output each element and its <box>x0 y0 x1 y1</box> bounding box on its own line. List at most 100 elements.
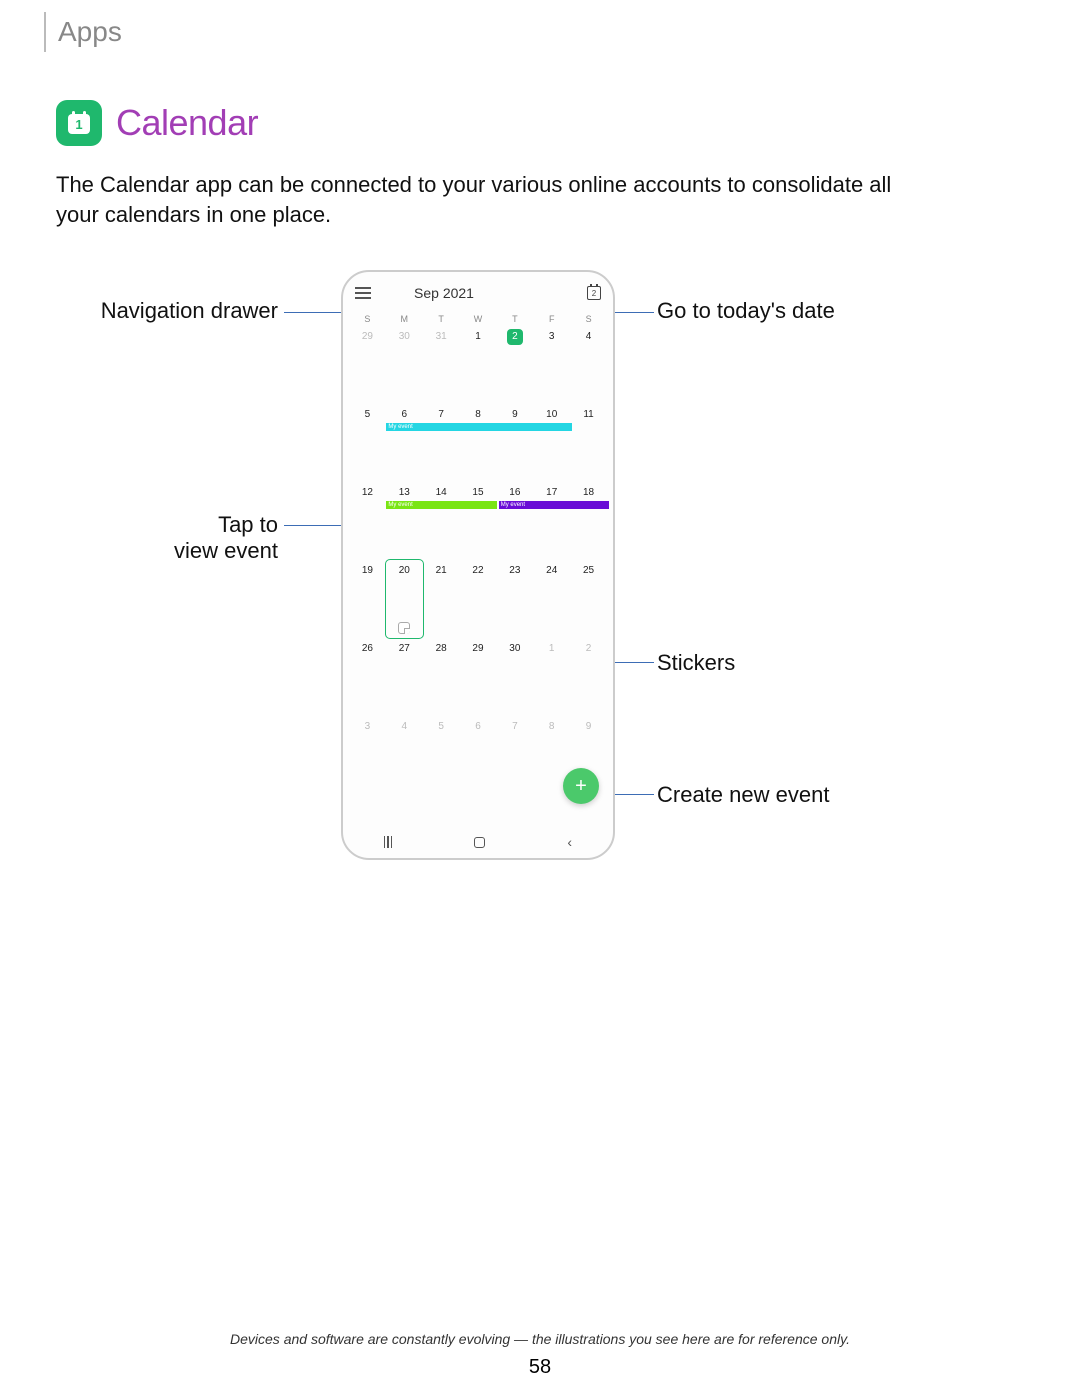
calendar-cell[interactable]: 6 <box>386 404 423 482</box>
calendar-cell[interactable]: 24 <box>533 560 570 638</box>
weekday-label: T <box>423 314 460 324</box>
calendar-cell[interactable]: 27 <box>386 638 423 716</box>
weekday-row: SMTWTFS <box>343 314 613 324</box>
phone-frame: Sep 2021 2 SMTWTFS 293031123456789101112… <box>341 270 615 860</box>
callout-tap-line2: view event <box>138 538 278 564</box>
calendar-cell[interactable]: 3 <box>533 326 570 404</box>
today-icon-num: 2 <box>592 289 596 298</box>
calendar-cell[interactable]: 23 <box>496 560 533 638</box>
callout-create-new-event: Create new event <box>657 782 829 808</box>
calendar-cell[interactable]: 22 <box>460 560 497 638</box>
page-header: Apps <box>44 12 122 52</box>
date-number: 27 <box>396 641 412 657</box>
date-number: 3 <box>359 719 375 735</box>
date-number: 2 <box>581 641 597 657</box>
calendar-cell[interactable]: 16 <box>496 482 533 560</box>
date-number: 30 <box>507 641 523 657</box>
event-bar[interactable]: My event <box>386 423 571 431</box>
android-navbar: ‹ <box>343 826 613 858</box>
calendar-cell[interactable]: 17 <box>533 482 570 560</box>
calendar-cell[interactable]: 30 <box>386 326 423 404</box>
date-number: 14 <box>433 485 449 501</box>
date-number: 29 <box>359 329 375 345</box>
date-number: 9 <box>507 407 523 423</box>
calendar-cell[interactable]: 6 <box>460 716 497 794</box>
calendar-cell[interactable]: 7 <box>496 716 533 794</box>
date-number: 28 <box>433 641 449 657</box>
calendar-cell[interactable]: 8 <box>460 404 497 482</box>
calendar-cell[interactable]: 1 <box>460 326 497 404</box>
calendar-cell[interactable]: 9 <box>496 404 533 482</box>
callout-tap-to-view: Tap to view event <box>138 512 278 564</box>
go-to-today-icon[interactable]: 2 <box>587 286 601 300</box>
date-number: 6 <box>396 407 412 423</box>
hamburger-icon[interactable] <box>355 287 371 299</box>
callout-go-to-today: Go to today's date <box>657 298 835 324</box>
calendar-cell[interactable]: 19 <box>349 560 386 638</box>
date-number: 21 <box>433 563 449 579</box>
calendar-cell[interactable]: 29 <box>349 326 386 404</box>
event-bar[interactable]: My event <box>386 501 496 509</box>
calendar-cell[interactable]: 3 <box>349 716 386 794</box>
date-number: 10 <box>544 407 560 423</box>
calendar-cell[interactable]: 21 <box>423 560 460 638</box>
date-number: 29 <box>470 641 486 657</box>
date-number: 13 <box>396 485 412 501</box>
calendar-cell[interactable]: 13 <box>386 482 423 560</box>
calendar-cell[interactable]: 1 <box>533 638 570 716</box>
event-bar[interactable]: My event <box>499 501 609 509</box>
calendar-cell[interactable]: 11 <box>570 404 607 482</box>
calendar-cell[interactable]: 26 <box>349 638 386 716</box>
date-number: 12 <box>359 485 375 501</box>
calendar-cell[interactable]: 14 <box>423 482 460 560</box>
date-number: 4 <box>581 329 597 345</box>
calendar-cell[interactable]: 4 <box>386 716 423 794</box>
recent-apps-icon[interactable] <box>384 836 393 848</box>
month-label[interactable]: Sep 2021 <box>414 285 474 301</box>
calendar-cell[interactable]: 2 <box>570 638 607 716</box>
date-number: 15 <box>470 485 486 501</box>
svg-text:1: 1 <box>75 117 82 132</box>
date-number: 22 <box>470 563 486 579</box>
calendar-cell[interactable]: 5 <box>423 716 460 794</box>
calendar-cell[interactable]: 28 <box>423 638 460 716</box>
calendar-cell[interactable]: 30 <box>496 638 533 716</box>
weekday-label: S <box>349 314 386 324</box>
sticker-icon[interactable] <box>398 622 410 634</box>
callout-navigation-drawer: Navigation drawer <box>58 298 278 324</box>
calendar-cell[interactable]: 18 <box>570 482 607 560</box>
calendar-cell[interactable]: 12 <box>349 482 386 560</box>
date-number: 19 <box>359 563 375 579</box>
calendar-cell[interactable]: 4 <box>570 326 607 404</box>
date-number: 5 <box>433 719 449 735</box>
calendar-cell[interactable]: 29 <box>460 638 497 716</box>
date-number: 17 <box>544 485 560 501</box>
calendar-cell[interactable]: 2 <box>496 326 533 404</box>
calendar-cell[interactable]: 20 <box>386 560 423 638</box>
create-event-fab[interactable]: + <box>563 768 599 804</box>
calendar-cell[interactable]: 5 <box>349 404 386 482</box>
calendar-cell[interactable]: 10 <box>533 404 570 482</box>
date-number: 2 <box>507 329 523 345</box>
date-number: 7 <box>507 719 523 735</box>
calendar-cell[interactable]: 15 <box>460 482 497 560</box>
date-number: 18 <box>581 485 597 501</box>
calendar-app-icon: 1 <box>56 100 102 146</box>
footer-note: Devices and software are constantly evol… <box>0 1331 1080 1347</box>
back-icon[interactable]: ‹ <box>567 834 572 850</box>
calendar-cell[interactable]: 25 <box>570 560 607 638</box>
calendar-cell[interactable]: 7 <box>423 404 460 482</box>
calendar-cell[interactable]: 31 <box>423 326 460 404</box>
section-description: The Calendar app can be connected to you… <box>56 170 936 229</box>
weekday-label: M <box>386 314 423 324</box>
date-number: 7 <box>433 407 449 423</box>
date-number: 8 <box>544 719 560 735</box>
callout-stickers: Stickers <box>657 650 735 676</box>
date-number: 6 <box>470 719 486 735</box>
date-number: 16 <box>507 485 523 501</box>
date-number: 23 <box>507 563 523 579</box>
date-number: 8 <box>470 407 486 423</box>
plus-icon: + <box>575 775 587 798</box>
section-title: Calendar <box>116 102 258 144</box>
home-icon[interactable] <box>474 837 485 848</box>
